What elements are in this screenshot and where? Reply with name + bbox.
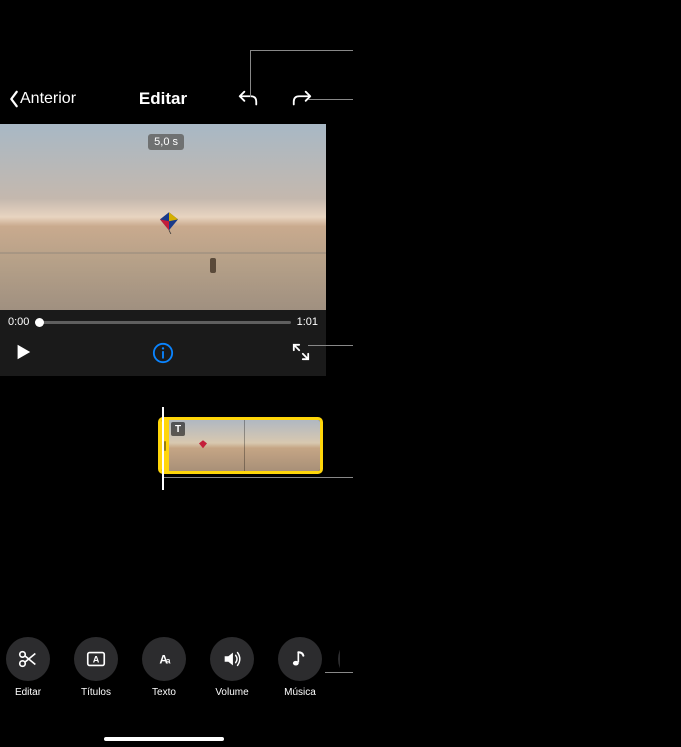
undo-button[interactable] — [236, 87, 260, 111]
volume-icon — [221, 648, 243, 670]
back-button[interactable]: Anterior — [8, 90, 76, 108]
tool-label: Música — [284, 687, 316, 698]
clip-thumbnail: T — [169, 420, 244, 471]
tool-titles[interactable]: A Títulos — [74, 637, 118, 727]
scissors-icon — [17, 648, 39, 670]
back-label: Anterior — [20, 90, 76, 108]
tool-edit[interactable]: Editar — [6, 637, 50, 727]
fullscreen-button[interactable] — [292, 343, 312, 363]
clip-duration-badge: 5,0 s — [148, 134, 184, 150]
info-icon — [152, 342, 174, 364]
callout-line — [250, 50, 251, 97]
scrubber-track[interactable] — [35, 321, 290, 324]
tool-label: Editar — [15, 687, 41, 698]
tool-music[interactable]: Música — [278, 637, 322, 727]
timeline[interactable]: T — [0, 412, 326, 482]
person-graphic — [210, 258, 216, 273]
current-time: 0:00 — [8, 316, 29, 328]
bottom-toolbar[interactable]: Editar A Títulos A a Texto — [0, 637, 340, 727]
header-bar: Anterior Editar — [0, 74, 326, 124]
text-icon: A a — [153, 648, 175, 670]
play-icon — [14, 343, 32, 361]
home-indicator[interactable] — [104, 737, 224, 741]
controls-row — [0, 334, 326, 376]
info-button[interactable] — [152, 342, 174, 364]
play-button[interactable] — [14, 343, 34, 363]
text-overlay-indicator: T — [171, 422, 185, 436]
callout-line — [325, 672, 353, 673]
playback-bar: 0:00 1:01 — [0, 310, 326, 376]
svg-text:a: a — [166, 657, 171, 666]
kite-graphic — [160, 212, 178, 234]
music-note-icon — [290, 649, 310, 669]
svg-text:A: A — [93, 655, 100, 665]
tool-text[interactable]: A a Texto — [142, 637, 186, 727]
tool-volume[interactable]: Volume — [210, 637, 254, 727]
video-preview[interactable]: 5,0 s — [0, 124, 326, 310]
video-clip[interactable]: T — [158, 417, 323, 474]
callout-line — [308, 99, 353, 100]
mini-kite-icon — [199, 440, 207, 450]
callout-line — [250, 50, 353, 51]
clip-thumbnail — [244, 420, 320, 471]
total-time: 1:01 — [297, 316, 318, 328]
page-title: Editar — [139, 89, 187, 109]
tool-label: Volume — [215, 687, 248, 698]
scrubber-handle[interactable] — [35, 318, 44, 327]
tool-label: Títulos — [81, 687, 111, 698]
callout-line — [163, 477, 353, 478]
tool-label: Texto — [152, 687, 176, 698]
horizon-line — [0, 252, 326, 254]
scrubber-row: 0:00 1:01 — [0, 310, 326, 334]
playhead[interactable] — [162, 407, 164, 490]
titles-icon: A — [85, 648, 107, 670]
chevron-left-icon — [8, 90, 20, 108]
callout-line — [308, 345, 353, 346]
undo-icon — [237, 88, 259, 110]
